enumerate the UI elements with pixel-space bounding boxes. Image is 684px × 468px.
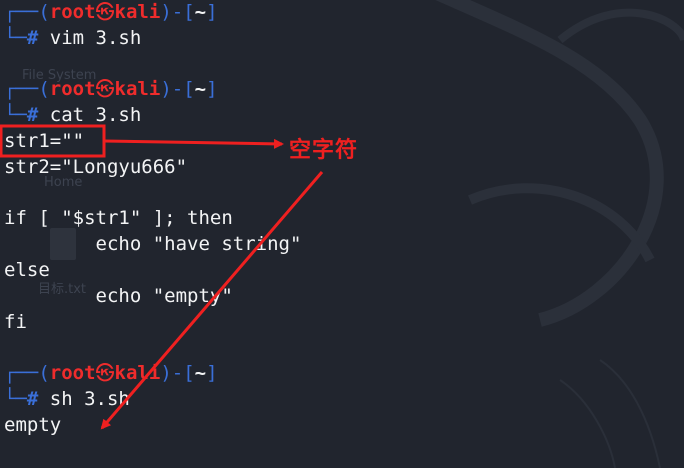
terminal-output[interactable]: ┌──(root㉿kali)-[~] └─# vim 3.sh ┌──(root…: [4, 0, 301, 439]
prompt-header: ┌──(root㉿kali)-[~]: [4, 78, 218, 101]
script-line: if [ "$str1" ]; then: [4, 207, 233, 230]
command-text: sh 3.sh: [49, 387, 130, 410]
script-line: str2="Longyu666": [4, 155, 188, 178]
annotation-label: 空字符: [289, 138, 359, 163]
prompt-dir: ~: [194, 78, 207, 101]
command-line: └─# vim 3.sh: [4, 26, 142, 49]
command-line: └─# cat 3.sh: [4, 104, 142, 127]
script-line: fi: [4, 310, 27, 333]
command-line: └─# sh 3.sh: [4, 387, 130, 410]
command-text: cat 3.sh: [49, 104, 142, 127]
prompt-user: root: [49, 362, 96, 385]
script-line: else: [4, 258, 50, 281]
script-line: [4, 181, 301, 207]
prompt-dir: ~: [194, 1, 207, 23]
script-line: str1="": [4, 129, 85, 152]
command-output: empty: [4, 413, 62, 436]
command-text: vim 3.sh: [49, 26, 142, 49]
prompt-hash: #: [26, 104, 39, 127]
prompt-dir: ~: [194, 362, 207, 385]
prompt-host: kali: [114, 1, 161, 23]
prompt-user: root: [49, 78, 96, 101]
skull-icon: ㉿: [95, 78, 115, 101]
skull-icon: ㉿: [95, 1, 115, 23]
prompt-hash: #: [26, 387, 39, 410]
script-line: echo "have string": [4, 233, 302, 256]
script-line: echo "empty": [4, 284, 233, 307]
prompt-host: kali: [114, 78, 161, 101]
prompt-user: root: [49, 1, 96, 23]
prompt-host: kali: [114, 362, 161, 385]
prompt-hash: #: [26, 26, 39, 49]
prompt-header: ┌──(root㉿kali)-[~]: [4, 362, 218, 385]
prompt-header: ┌──(root㉿kali)-[~]: [4, 1, 218, 23]
skull-icon: ㉿: [95, 362, 115, 385]
